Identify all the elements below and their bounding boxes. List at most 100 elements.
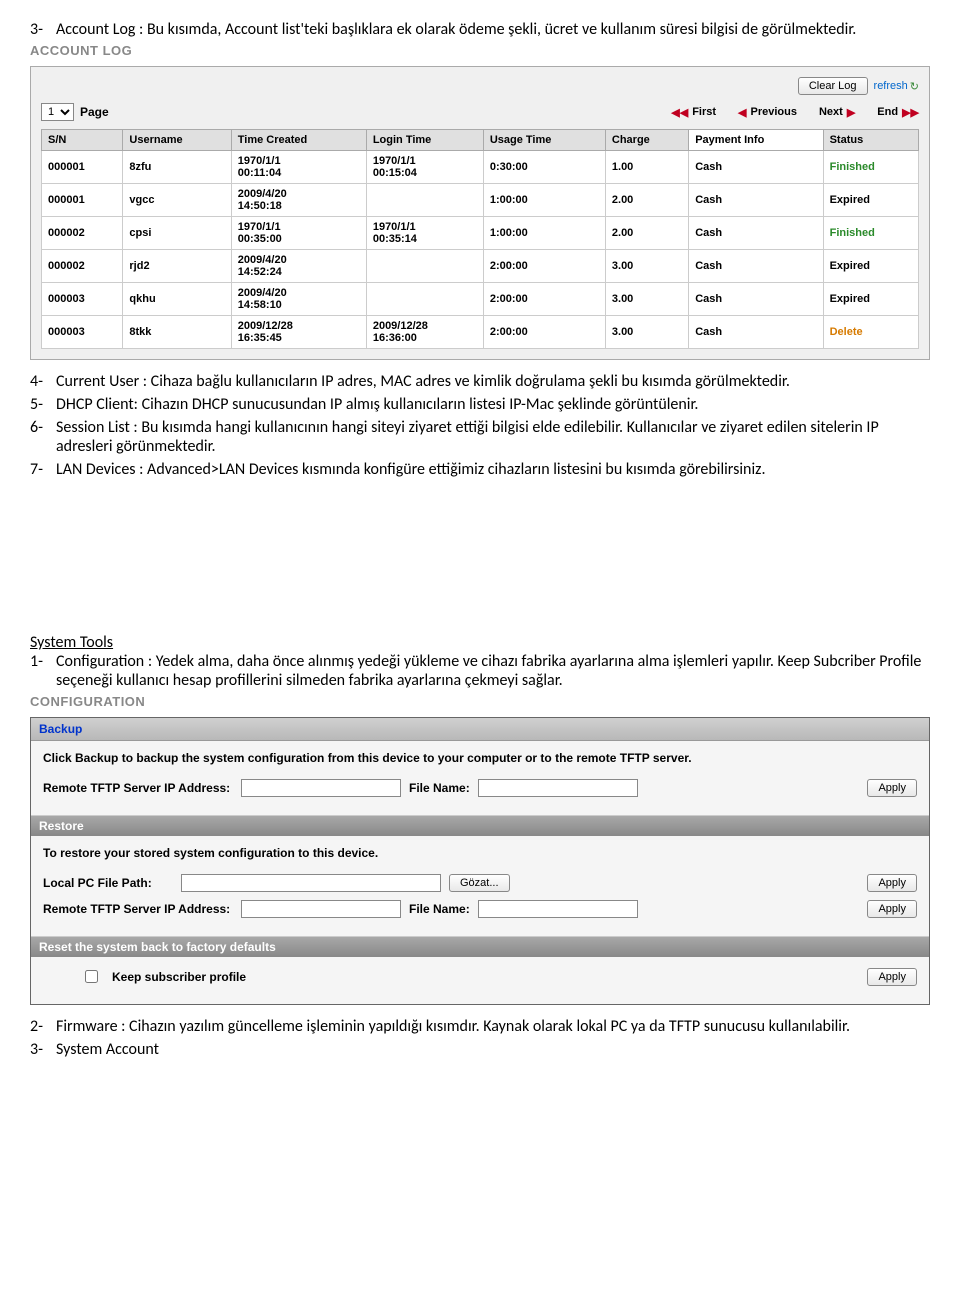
restore-desc: To restore your stored system configurat… [43,846,917,860]
created-cell: 2009/4/20 14:50:18 [231,184,366,217]
list-num: 6- [30,418,56,456]
prev-icon: ◀ [738,106,746,119]
sn-cell: 000002 [42,217,123,250]
configuration-label: CONFIGURATION [30,694,930,709]
next-icon: ▶ [847,106,855,119]
charge-cell: 3.00 [605,250,688,283]
list-item-3: 3- Account Log : Bu kısımda, Account lis… [30,20,930,39]
user-cell: 8tkk [123,316,231,349]
refresh-icon: ↻ [910,80,919,93]
user-cell: vgcc [123,184,231,217]
restore-row-tftp: Remote TFTP Server IP Address: File Name… [43,900,917,918]
table-row: 000001vgcc2009/4/20 14:50:181:00:002.00C… [42,184,919,217]
list-num: 1- [30,652,56,690]
reset-row: Keep subscriber profile Apply [43,967,917,986]
pay-cell: Cash [689,316,823,349]
account-log-label: ACCOUNT LOG [30,43,930,58]
login-cell: 2009/12/28 16:36:00 [366,316,483,349]
apply-button-local[interactable]: Apply [867,874,917,892]
apply-button-backup[interactable]: Apply [867,779,917,797]
tftp-label: Remote TFTP Server IP Address: [43,781,233,795]
status-cell[interactable]: Delete [823,316,918,349]
tftp-input-2[interactable] [241,900,401,918]
apply-button-tftp[interactable]: Apply [867,900,917,918]
status-cell: Finished [823,217,918,250]
configuration-panel: Backup Click Backup to backup the system… [30,717,930,1005]
first-link[interactable]: ◀◀ First [671,106,716,119]
previous-link[interactable]: ◀ Previous [738,106,797,119]
next-link[interactable]: Next ▶ [819,106,855,119]
th-usage: Usage Time [483,130,605,151]
backup-row: Remote TFTP Server IP Address: File Name… [43,779,917,797]
th-login: Login Time [366,130,483,151]
end-link[interactable]: End ▶▶ [877,106,919,119]
browse-button[interactable]: Gözat... [449,874,510,892]
list-text: Firmware : Cihazın yazılım güncelleme iş… [56,1017,930,1036]
charge-cell: 3.00 [605,316,688,349]
pay-cell: Cash [689,250,823,283]
page-label: Page [80,105,109,119]
restore-section: To restore your stored system configurat… [31,836,929,937]
clear-log-button[interactable]: Clear Log [798,77,868,95]
local-path-input[interactable] [181,874,441,892]
pay-cell: Cash [689,217,823,250]
list-text: Configuration : Yedek alma, daha önce al… [56,652,930,690]
usage-cell: 1:00:00 [483,184,605,217]
user-cell: rjd2 [123,250,231,283]
th-created: Time Created [231,130,366,151]
file-input-2[interactable] [478,900,638,918]
list-item-7: 7- LAN Devices : Advanced>LAN Devices kı… [30,460,930,479]
refresh-label: refresh [874,80,908,92]
created-cell: 1970/1/1 00:35:00 [231,217,366,250]
list-text: Account Log : Bu kısımda, Account list't… [56,20,930,39]
usage-cell: 2:00:00 [483,250,605,283]
list-num: 3- [30,20,56,39]
list-num: 7- [30,460,56,479]
list-text: LAN Devices : Advanced>LAN Devices kısmı… [56,460,930,479]
created-cell: 1970/1/1 00:11:04 [231,151,366,184]
pay-cell: Cash [689,283,823,316]
list-text: Current User : Cihaza bağlu kullanıcılar… [56,372,930,391]
th-sn: S/N [42,130,123,151]
th-charge: Charge [605,130,688,151]
pay-cell: Cash [689,184,823,217]
apply-button-reset[interactable]: Apply [867,968,917,986]
list-text: Session List : Bu kısımda hangi kullanıc… [56,418,930,456]
refresh-link[interactable]: refresh ↻ [874,77,919,95]
end-label: End [877,106,898,118]
table-row: 000003qkhu2009/4/20 14:58:102:00:003.00C… [42,283,919,316]
reset-section: Keep subscriber profile Apply [31,957,929,1004]
sn-cell: 000002 [42,250,123,283]
file-input[interactable] [478,779,638,797]
end-icon: ▶▶ [902,106,919,119]
sn-cell: 000003 [42,316,123,349]
backup-desc: Click Backup to backup the system config… [43,751,917,765]
list-item-5: 5- DHCP Client: Cihazın DHCP sunucusunda… [30,395,930,414]
th-status: Status [823,130,918,151]
login-cell [366,184,483,217]
charge-cell: 2.00 [605,184,688,217]
charge-cell: 3.00 [605,283,688,316]
charge-cell: 1.00 [605,151,688,184]
nav-links: ◀◀ First ◀ Previous Next ▶ End ▶▶ [671,106,919,119]
tftp-label-2: Remote TFTP Server IP Address: [43,902,233,916]
usage-cell: 1:00:00 [483,217,605,250]
created-cell: 2009/12/28 16:35:45 [231,316,366,349]
table-row: 000002cpsi1970/1/1 00:35:001970/1/1 00:3… [42,217,919,250]
created-cell: 2009/4/20 14:52:24 [231,250,366,283]
sn-cell: 000001 [42,151,123,184]
file-label: File Name: [409,781,470,795]
pay-cell: Cash [689,151,823,184]
keep-profile-checkbox[interactable] [85,970,98,983]
first-icon: ◀◀ [671,106,688,119]
topbar: Clear Log refresh ↻ [41,77,919,95]
prev-label: Previous [751,106,797,118]
backup-header: Backup [31,718,929,741]
table-row: 0000018zfu1970/1/1 00:11:041970/1/1 00:1… [42,151,919,184]
table-header-row: S/N Username Time Created Login Time Usa… [42,130,919,151]
system-tools-heading: System Tools [30,633,930,652]
tftp-input[interactable] [241,779,401,797]
list-item-6: 6- Session List : Bu kısımda hangi kulla… [30,418,930,456]
page-select[interactable]: 1 [41,103,74,121]
first-label: First [692,106,716,118]
